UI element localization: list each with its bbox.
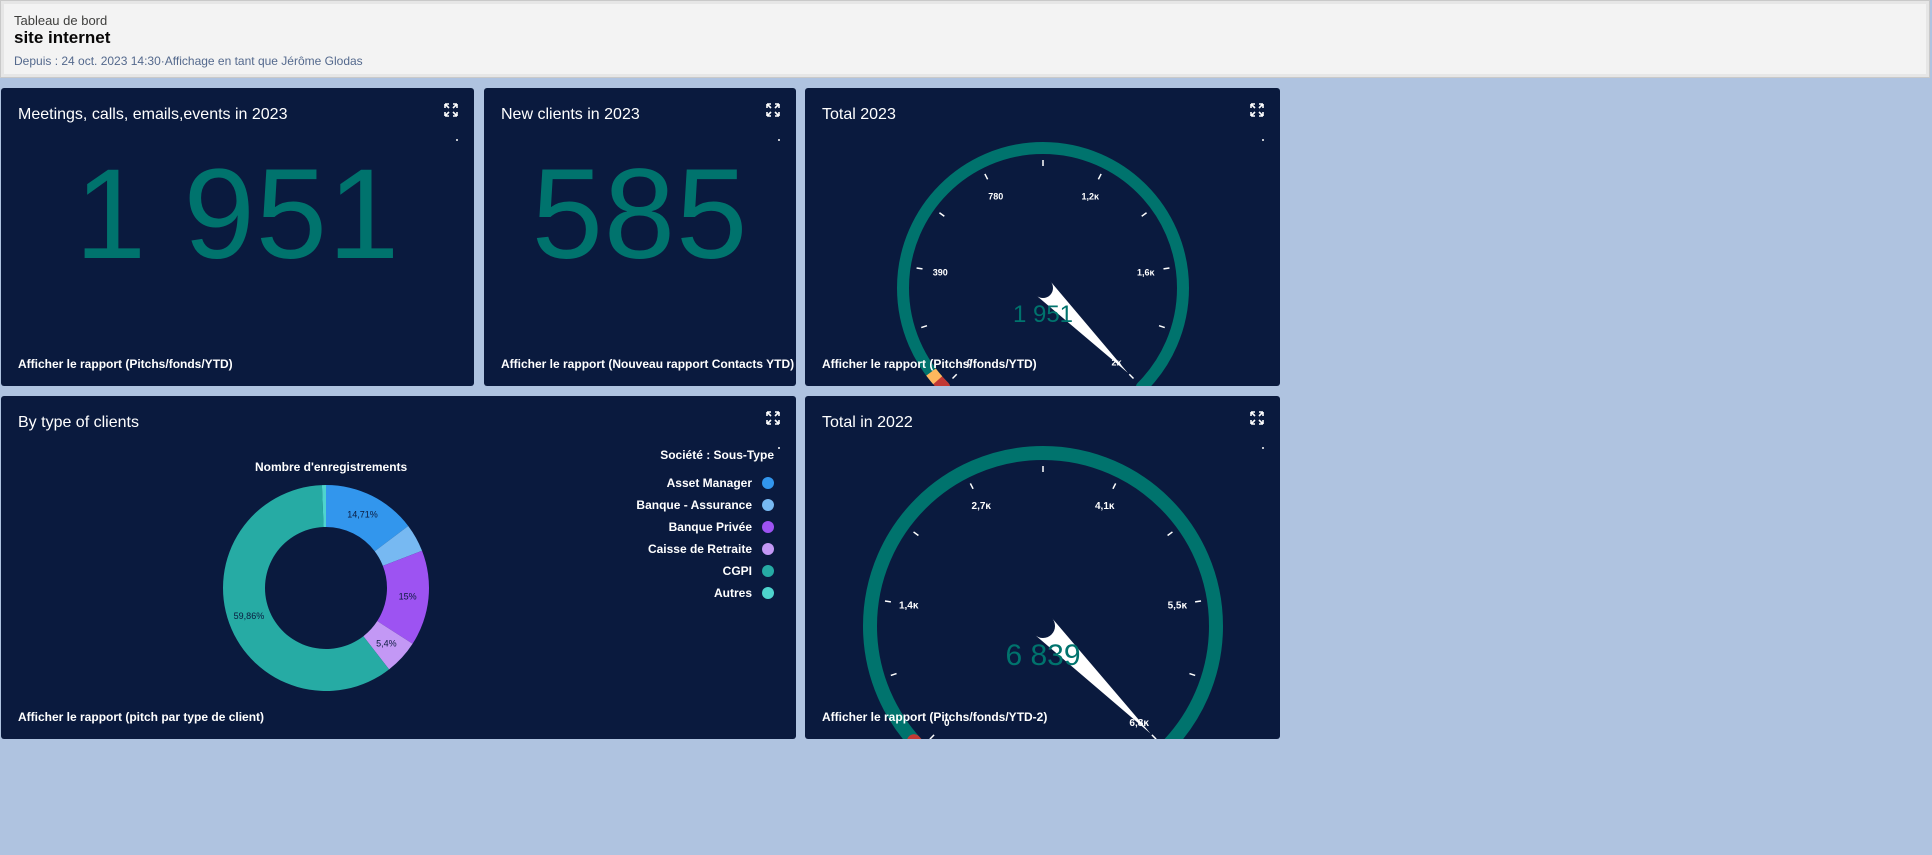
gauge-chart: 01,4ĸ2,7ĸ4,1ĸ5,5ĸ6,8ĸ6 839 [863,446,1223,739]
gauge-tick [951,373,958,380]
gauge-tick-label: 1,4ĸ [899,601,919,612]
legend-swatch [762,499,774,511]
widget-total-2023: Total 2023 03907801,2ĸ1,6ĸ2ĸ1 951 Affich… [805,88,1280,386]
legend-item[interactable]: CGPI [636,560,774,582]
gauge-tick [890,672,897,677]
gauge-tick [913,531,919,537]
gauge-tick [939,212,945,217]
expand-icon[interactable] [766,103,780,117]
legend-swatch [762,477,774,489]
widget-by-type: By type of clients Nombre d'enregistreme… [1,396,796,739]
legend-item[interactable]: Banque - Assurance [636,494,774,516]
legend-swatch [762,543,774,555]
gauge-tick [1151,734,1157,739]
gauge-tick [921,324,928,329]
legend-title: Société : Sous-Type [660,448,774,462]
donut-data-label: 15% [399,591,417,601]
gauge-tick [969,483,974,490]
report-link[interactable]: Afficher le rapport (pitch par type de c… [18,710,264,724]
metric-value: 585 [531,143,749,286]
gauge-tick [984,173,989,180]
widget-meetings: Meetings, calls, emails,events in 2023 1… [1,88,474,386]
legend-label: Autres [713,586,752,600]
legend-label: Banque - Assurance [636,498,752,512]
legend-item[interactable]: Caisse de Retraite [636,538,774,560]
gauge-tick [884,600,892,603]
donut-data-label: 59,86% [234,611,265,621]
gauge-tick-label: 4,1ĸ [1095,501,1115,512]
breadcrumb[interactable]: Tableau de bord [14,13,107,28]
gauge-value: 6 839 [1005,639,1080,672]
report-link[interactable]: Afficher le rapport (Pitchs/fonds/YTD) [18,357,233,371]
gauge-tick [1141,212,1147,217]
legend-item[interactable]: Autres [636,582,774,604]
gauge-needle [1034,617,1151,734]
gauge-tick-label: 5,5ĸ [1168,601,1188,612]
gauge-tick-label: 390 [933,268,948,278]
legend-label: Banque Privée [668,520,752,534]
legend-label: CGPI [722,564,752,578]
legend-item[interactable]: Banque Privée [636,516,774,538]
expand-icon[interactable] [444,103,458,117]
gauge-tick-label: 1,6ĸ [1137,268,1156,278]
report-link[interactable]: Afficher le rapport (Nouveau rapport Con… [501,357,794,371]
gauge-low-zone [932,375,950,386]
gauge-tick [1112,483,1117,490]
widget-total-2022: Total in 2022 01,4ĸ2,7ĸ4,1ĸ5,5ĸ6,8ĸ6 839… [805,396,1280,739]
gauge-tick-label: 2,7ĸ [972,501,992,512]
legend-swatch [762,565,774,577]
legend-swatch [762,587,774,599]
gauge-tick [1097,173,1102,180]
gauge-tick [1158,324,1165,329]
widget-new-clients: New clients in 2023 585 Afficher le rapp… [484,88,796,386]
dashboard-header: Tableau de bord site internet Depuis : 2… [0,0,1930,78]
gauge-warn-zone [926,368,943,385]
dashboard-meta: Depuis : 24 oct. 2023 14:30·Affichage en… [14,54,363,68]
chart-legend: Asset Manager Banque - Assurance Banque Pr… [636,472,774,604]
gauge-tick [916,267,923,270]
legend-swatch [762,521,774,533]
gauge-tick [1194,600,1202,603]
gauge-chart: 03907801,2ĸ1,6ĸ2ĸ1 951 [897,142,1189,386]
legend-item[interactable]: Asset Manager [636,472,774,494]
menu-dot [778,139,780,141]
gauge-tick [1167,531,1173,537]
gauge-tick [1128,373,1135,380]
gauge-tick-label: 1,2ĸ [1081,191,1100,201]
legend-label: Asset Manager [666,476,752,490]
report-link[interactable]: Afficher le rapport (Pitchs/fonds/YTD) [822,357,1037,371]
widget-title: New clients in 2023 [501,106,640,123]
gauge-tick [929,734,935,739]
gauge-tick-label: 780 [988,191,1003,201]
menu-dot [456,139,458,141]
gauge-tick [1189,672,1196,677]
gauge-value: 1 951 [1013,301,1073,328]
widget-title: Meetings, calls, emails,events in 2023 [18,106,288,123]
report-link[interactable]: Afficher le rapport (Pitchs/fonds/YTD-2) [822,710,1047,724]
gauge-tick [1163,267,1170,270]
donut-data-label: 5,4% [376,638,397,648]
page-title: site internet [14,28,111,47]
legend-label: Caisse de Retraite [647,542,752,556]
gauge-arc [863,446,1223,739]
metric-value: 1 951 [74,143,401,286]
donut-data-label: 14,71% [347,510,378,520]
